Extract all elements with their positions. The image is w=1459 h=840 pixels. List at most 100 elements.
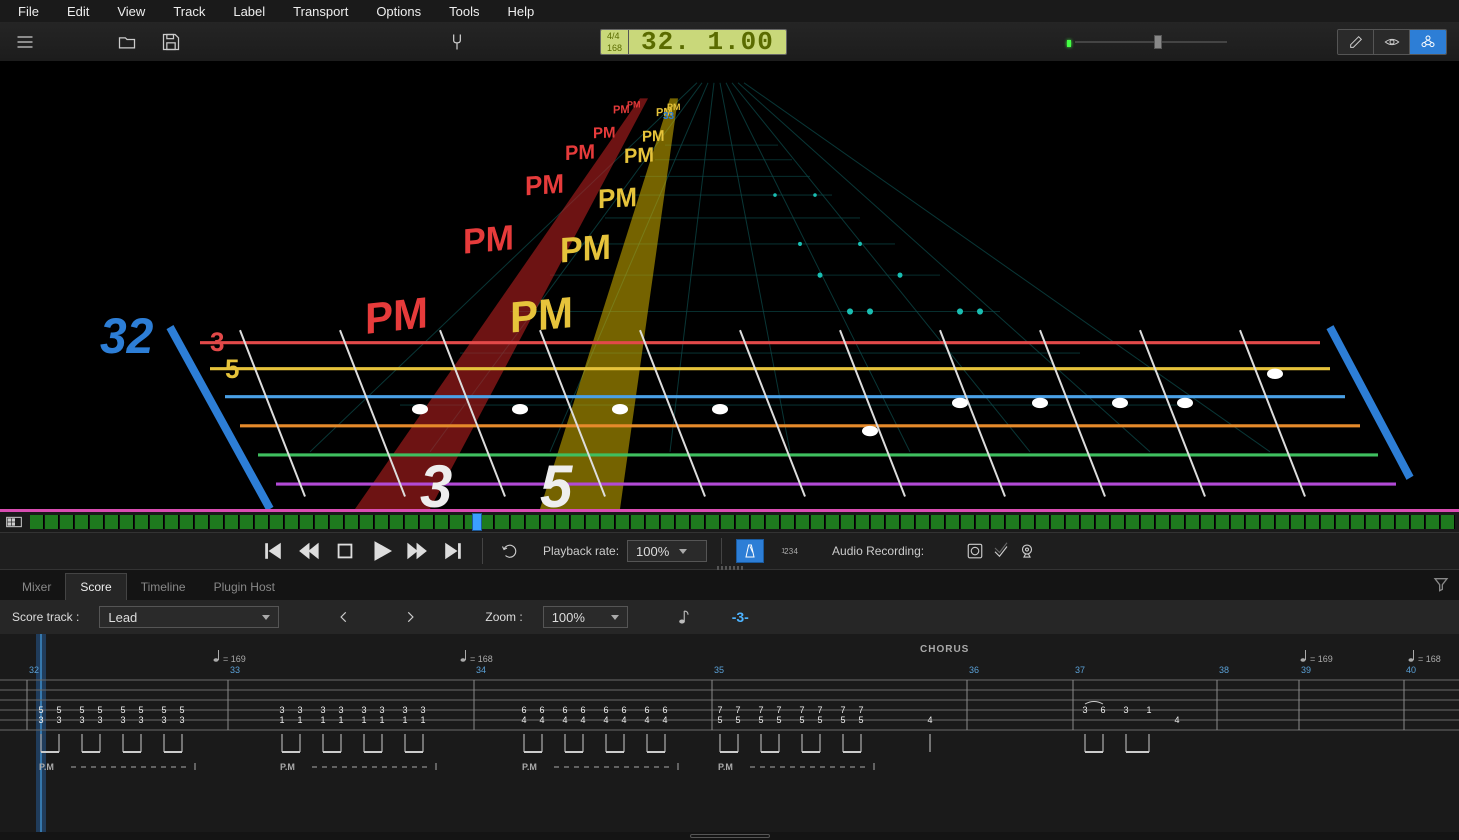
segment-cell[interactable] (1216, 515, 1230, 529)
menu-view[interactable]: View (103, 2, 159, 21)
segment-cell[interactable] (646, 515, 660, 529)
segment-cell[interactable] (661, 515, 675, 529)
segment-cell[interactable] (1036, 515, 1050, 529)
menu-label[interactable]: Label (219, 2, 279, 21)
rewind-button[interactable] (294, 537, 324, 565)
menu-file[interactable]: File (4, 2, 53, 21)
tab-mixer[interactable]: Mixer (8, 574, 65, 600)
segment-cell[interactable] (946, 515, 960, 529)
segment-cell[interactable] (285, 515, 299, 529)
edit-mode-button[interactable] (1338, 30, 1374, 54)
segment-cell[interactable] (1321, 515, 1335, 529)
tab-score[interactable]: Score (65, 573, 126, 600)
segment-cell[interactable] (180, 515, 194, 529)
segment-cell[interactable] (1051, 515, 1065, 529)
segment-cell[interactable] (1006, 515, 1020, 529)
segment-cell[interactable] (240, 515, 254, 529)
play-button[interactable] (366, 537, 396, 565)
time-display[interactable]: 4/4 168 32. 1.00 (600, 29, 787, 55)
filter-icon[interactable] (1433, 576, 1449, 595)
segment-cell[interactable] (601, 515, 615, 529)
prev-measure-button[interactable] (333, 606, 355, 628)
segment-cell[interactable] (90, 515, 104, 529)
segment-cell[interactable] (450, 515, 464, 529)
segment-cell[interactable] (586, 515, 600, 529)
segment-cell[interactable] (1291, 515, 1305, 529)
segment-cell[interactable] (1066, 515, 1080, 529)
segment-cell[interactable] (931, 515, 945, 529)
segment-cell[interactable] (616, 515, 630, 529)
segment-cell[interactable] (300, 515, 314, 529)
segment-cell[interactable] (1111, 515, 1125, 529)
stop-button[interactable] (330, 537, 360, 565)
metronome-toggle[interactable] (736, 539, 764, 563)
segment-cell[interactable] (811, 515, 825, 529)
segment-cell[interactable] (120, 515, 134, 529)
segment-cell[interactable] (961, 515, 975, 529)
menu-help[interactable]: Help (493, 2, 548, 21)
segment-cell[interactable] (1171, 515, 1185, 529)
segment-cell[interactable] (60, 515, 74, 529)
tab-plugin-host[interactable]: Plugin Host (200, 574, 289, 600)
segment-cell[interactable] (541, 515, 555, 529)
segment-cell[interactable] (45, 515, 59, 529)
film-strip-icon[interactable] (4, 514, 24, 530)
segment-cell[interactable] (766, 515, 780, 529)
3d-note-highway[interactable]: PM PM PM PM PM PM PM PM PM PM PM PM PM P… (0, 62, 1459, 509)
menu-edit[interactable]: Edit (53, 2, 103, 21)
menu-tools[interactable]: Tools (435, 2, 493, 21)
tuning-fork-icon[interactable] (444, 29, 470, 55)
menu-options[interactable]: Options (362, 2, 435, 21)
segment-cell[interactable] (420, 515, 434, 529)
skip-start-button[interactable] (258, 537, 288, 565)
section-segments[interactable]: /* filled via JS below */ (30, 515, 1455, 529)
segment-cell[interactable] (796, 515, 810, 529)
segment-cell[interactable] (526, 515, 540, 529)
segment-cell[interactable] (195, 515, 209, 529)
segment-cell[interactable] (571, 515, 585, 529)
score-track-dropdown[interactable]: Lead (99, 606, 279, 628)
playhead-marker[interactable] (472, 513, 482, 531)
check-button[interactable] (988, 539, 1014, 563)
segment-cell[interactable] (1096, 515, 1110, 529)
segment-cell[interactable] (511, 515, 525, 529)
menu-track[interactable]: Track (159, 2, 219, 21)
segment-cell[interactable] (976, 515, 990, 529)
segment-cell[interactable] (1351, 515, 1365, 529)
3d-mode-button[interactable] (1410, 30, 1446, 54)
segment-cell[interactable] (345, 515, 359, 529)
open-folder-icon[interactable] (114, 29, 140, 55)
webcam-button[interactable] (1014, 539, 1040, 563)
segment-cell[interactable] (135, 515, 149, 529)
segment-cell[interactable] (225, 515, 239, 529)
segment-cell[interactable] (390, 515, 404, 529)
menu-transport[interactable]: Transport (279, 2, 362, 21)
segment-cell[interactable] (75, 515, 89, 529)
segment-cell[interactable] (1081, 515, 1095, 529)
segment-cell[interactable] (165, 515, 179, 529)
segment-cell[interactable] (1021, 515, 1035, 529)
save-icon[interactable] (158, 29, 184, 55)
segment-cell[interactable] (1186, 515, 1200, 529)
segment-cell[interactable] (706, 515, 720, 529)
segment-cell[interactable] (1426, 515, 1440, 529)
segment-cell[interactable] (1411, 515, 1425, 529)
volume-thumb[interactable] (1154, 35, 1162, 49)
segment-cell[interactable] (30, 515, 44, 529)
segment-cell[interactable] (556, 515, 570, 529)
playback-rate-dropdown[interactable]: 100% (627, 540, 707, 562)
segment-cell[interactable] (916, 515, 930, 529)
segment-cell[interactable] (721, 515, 735, 529)
segment-cell[interactable] (1261, 515, 1275, 529)
segment-cell[interactable] (270, 515, 284, 529)
segment-cell[interactable] (736, 515, 750, 529)
segment-cell[interactable] (871, 515, 885, 529)
segment-cell[interactable] (826, 515, 840, 529)
loop-button[interactable] (497, 539, 523, 563)
segment-cell[interactable] (751, 515, 765, 529)
volume-slider[interactable] (1067, 36, 1227, 48)
segment-cell[interactable] (886, 515, 900, 529)
segment-cell[interactable] (405, 515, 419, 529)
segment-cell[interactable] (1336, 515, 1350, 529)
segment-cell[interactable] (435, 515, 449, 529)
